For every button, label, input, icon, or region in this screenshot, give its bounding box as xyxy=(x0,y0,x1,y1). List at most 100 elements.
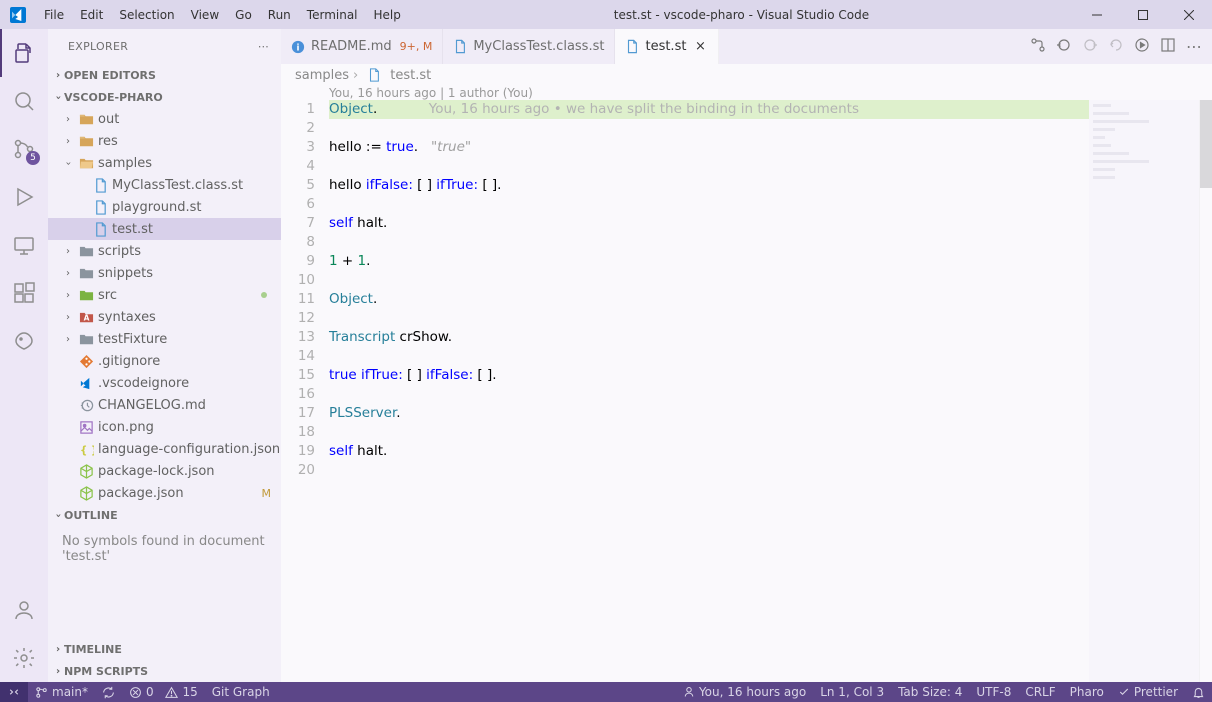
code-line-6[interactable] xyxy=(329,195,1089,214)
breadcrumb-folder[interactable]: samples xyxy=(295,68,349,83)
blame-status[interactable]: You, 16 hours ago xyxy=(676,682,813,702)
menu-view[interactable]: View xyxy=(183,0,227,29)
menu-file[interactable]: File xyxy=(36,0,72,29)
revert-icon[interactable] xyxy=(1106,35,1126,59)
code-line-3[interactable]: hello := true. "true" xyxy=(329,138,1089,157)
search-activity-icon[interactable] xyxy=(0,77,48,125)
code-line-2[interactable] xyxy=(329,119,1089,138)
extensions-activity-icon[interactable] xyxy=(0,269,48,317)
branch-indicator[interactable]: main* xyxy=(28,682,95,702)
remote-activity-icon[interactable] xyxy=(0,221,48,269)
close-tab-icon[interactable]: × xyxy=(692,39,708,55)
tree-item-package-lock-json[interactable]: package-lock.json xyxy=(48,460,281,482)
tree-item-changelog-md[interactable]: CHANGELOG.md xyxy=(48,394,281,416)
tree-item-language-configuration-json[interactable]: { }language-configuration.json xyxy=(48,438,281,460)
split-icon[interactable] xyxy=(1158,35,1178,59)
file-icon xyxy=(366,67,382,83)
tab-myclasstest-class-st[interactable]: MyClassTest.class.st xyxy=(443,29,615,64)
menu-run[interactable]: Run xyxy=(260,0,299,29)
code-line-11[interactable]: Object. xyxy=(329,290,1089,309)
tree-item-myclasstest-class-st[interactable]: MyClassTest.class.st xyxy=(48,174,281,196)
menu-edit[interactable]: Edit xyxy=(72,0,111,29)
npm-scripts-section[interactable]: NPM SCRIPTS xyxy=(48,660,281,682)
cursor-position[interactable]: Ln 1, Col 3 xyxy=(813,682,891,702)
tree-item-syntaxes[interactable]: Asyntaxes xyxy=(48,306,281,328)
tree-item--gitignore[interactable]: .gitignore xyxy=(48,350,281,372)
sidebar-more-icon[interactable]: ⋯ xyxy=(254,38,273,55)
explorer-activity-icon[interactable] xyxy=(0,29,48,77)
scrollbar-thumb[interactable] xyxy=(1200,100,1212,188)
settings-activity-icon[interactable] xyxy=(0,634,48,682)
tree-item-src[interactable]: src xyxy=(48,284,281,306)
tree-item-icon-png[interactable]: icon.png xyxy=(48,416,281,438)
close-button[interactable] xyxy=(1166,0,1212,29)
tree-item-out[interactable]: out xyxy=(48,108,281,130)
tab-readme-md[interactable]: iREADME.md9+, M xyxy=(281,29,443,64)
pharo-activity-icon[interactable] xyxy=(0,317,48,365)
code-line-12[interactable] xyxy=(329,309,1089,328)
code-line-19[interactable]: self halt. xyxy=(329,442,1089,461)
eol[interactable]: CRLF xyxy=(1018,682,1062,702)
compare-icon[interactable] xyxy=(1028,35,1048,59)
code-line-13[interactable]: Transcript crShow. xyxy=(329,328,1089,347)
formatter[interactable]: Prettier xyxy=(1111,682,1185,702)
encoding[interactable]: UTF-8 xyxy=(969,682,1018,702)
code-line-1[interactable]: Object. You, 16 hours ago • we have spli… xyxy=(329,100,1089,119)
code-line-9[interactable]: 1 + 1. xyxy=(329,252,1089,271)
tree-item--vscodeignore[interactable]: .vscodeignore xyxy=(48,372,281,394)
code-line-5[interactable]: hello ifFalse: [ ] ifTrue: [ ]. xyxy=(329,176,1089,195)
next-change-icon[interactable] xyxy=(1080,35,1100,59)
tree-item-testfixture[interactable]: testFixture xyxy=(48,328,281,350)
minimap[interactable] xyxy=(1089,100,1199,682)
menu-terminal[interactable]: Terminal xyxy=(299,0,366,29)
tree-item-res[interactable]: res xyxy=(48,130,281,152)
code-line-16[interactable] xyxy=(329,385,1089,404)
remote-indicator[interactable] xyxy=(0,682,28,702)
workspace-section[interactable]: VSCODE-PHARO xyxy=(48,86,281,108)
minimize-button[interactable] xyxy=(1074,0,1120,29)
npm-icon xyxy=(78,485,94,501)
tab-size[interactable]: Tab Size: 4 xyxy=(891,682,969,702)
code-line-15[interactable]: true ifTrue: [ ] ifFalse: [ ]. xyxy=(329,366,1089,385)
timeline-section[interactable]: TIMELINE xyxy=(48,638,281,660)
tree-item-samples[interactable]: samples xyxy=(48,152,281,174)
tree-item-package-json[interactable]: package.jsonM xyxy=(48,482,281,504)
tab-more-icon[interactable]: ⋯ xyxy=(1184,35,1204,58)
breadcrumb-file[interactable]: test.st xyxy=(390,68,431,83)
line-number: 16 xyxy=(281,385,315,404)
language-mode[interactable]: Pharo xyxy=(1063,682,1111,702)
code-line-7[interactable]: self halt. xyxy=(329,214,1089,233)
account-activity-icon[interactable] xyxy=(0,586,48,634)
scm-activity-icon[interactable]: 5 xyxy=(0,125,48,173)
git-graph-indicator[interactable]: Git Graph xyxy=(205,682,277,702)
tree-item-snippets[interactable]: snippets xyxy=(48,262,281,284)
code-line-18[interactable] xyxy=(329,423,1089,442)
tree-item-test-st[interactable]: test.st xyxy=(48,218,281,240)
run-activity-icon[interactable] xyxy=(0,173,48,221)
vertical-scrollbar[interactable] xyxy=(1199,100,1212,682)
tree-item-playground-st[interactable]: playground.st xyxy=(48,196,281,218)
code-line-4[interactable] xyxy=(329,157,1089,176)
menu-help[interactable]: Help xyxy=(366,0,409,29)
code-line-20[interactable] xyxy=(329,461,1089,480)
code-line-17[interactable]: PLSServer. xyxy=(329,404,1089,423)
tree-item-scripts[interactable]: scripts xyxy=(48,240,281,262)
sync-indicator[interactable] xyxy=(95,682,122,702)
menu-go[interactable]: Go xyxy=(227,0,260,29)
npm-icon xyxy=(78,463,94,479)
menu-selection[interactable]: Selection xyxy=(111,0,182,29)
code-line-8[interactable] xyxy=(329,233,1089,252)
editor[interactable]: 1234567891011121314151617181920 Object. … xyxy=(281,100,1212,682)
breadcrumb[interactable]: samples › test.st xyxy=(281,64,1212,86)
open-editors-section[interactable]: OPEN EDITORS xyxy=(48,64,281,86)
run-icon[interactable] xyxy=(1132,35,1152,59)
code-line-14[interactable] xyxy=(329,347,1089,366)
code-line-10[interactable] xyxy=(329,271,1089,290)
notifications-icon[interactable] xyxy=(1185,682,1212,702)
tab-test-st[interactable]: test.st× xyxy=(615,29,719,64)
prev-change-icon[interactable] xyxy=(1054,35,1074,59)
outline-section[interactable]: OUTLINE xyxy=(48,504,281,526)
problems-indicator[interactable]: 0 15 xyxy=(122,682,205,702)
code-area[interactable]: Object. You, 16 hours ago • we have spli… xyxy=(329,100,1089,682)
maximize-button[interactable] xyxy=(1120,0,1166,29)
